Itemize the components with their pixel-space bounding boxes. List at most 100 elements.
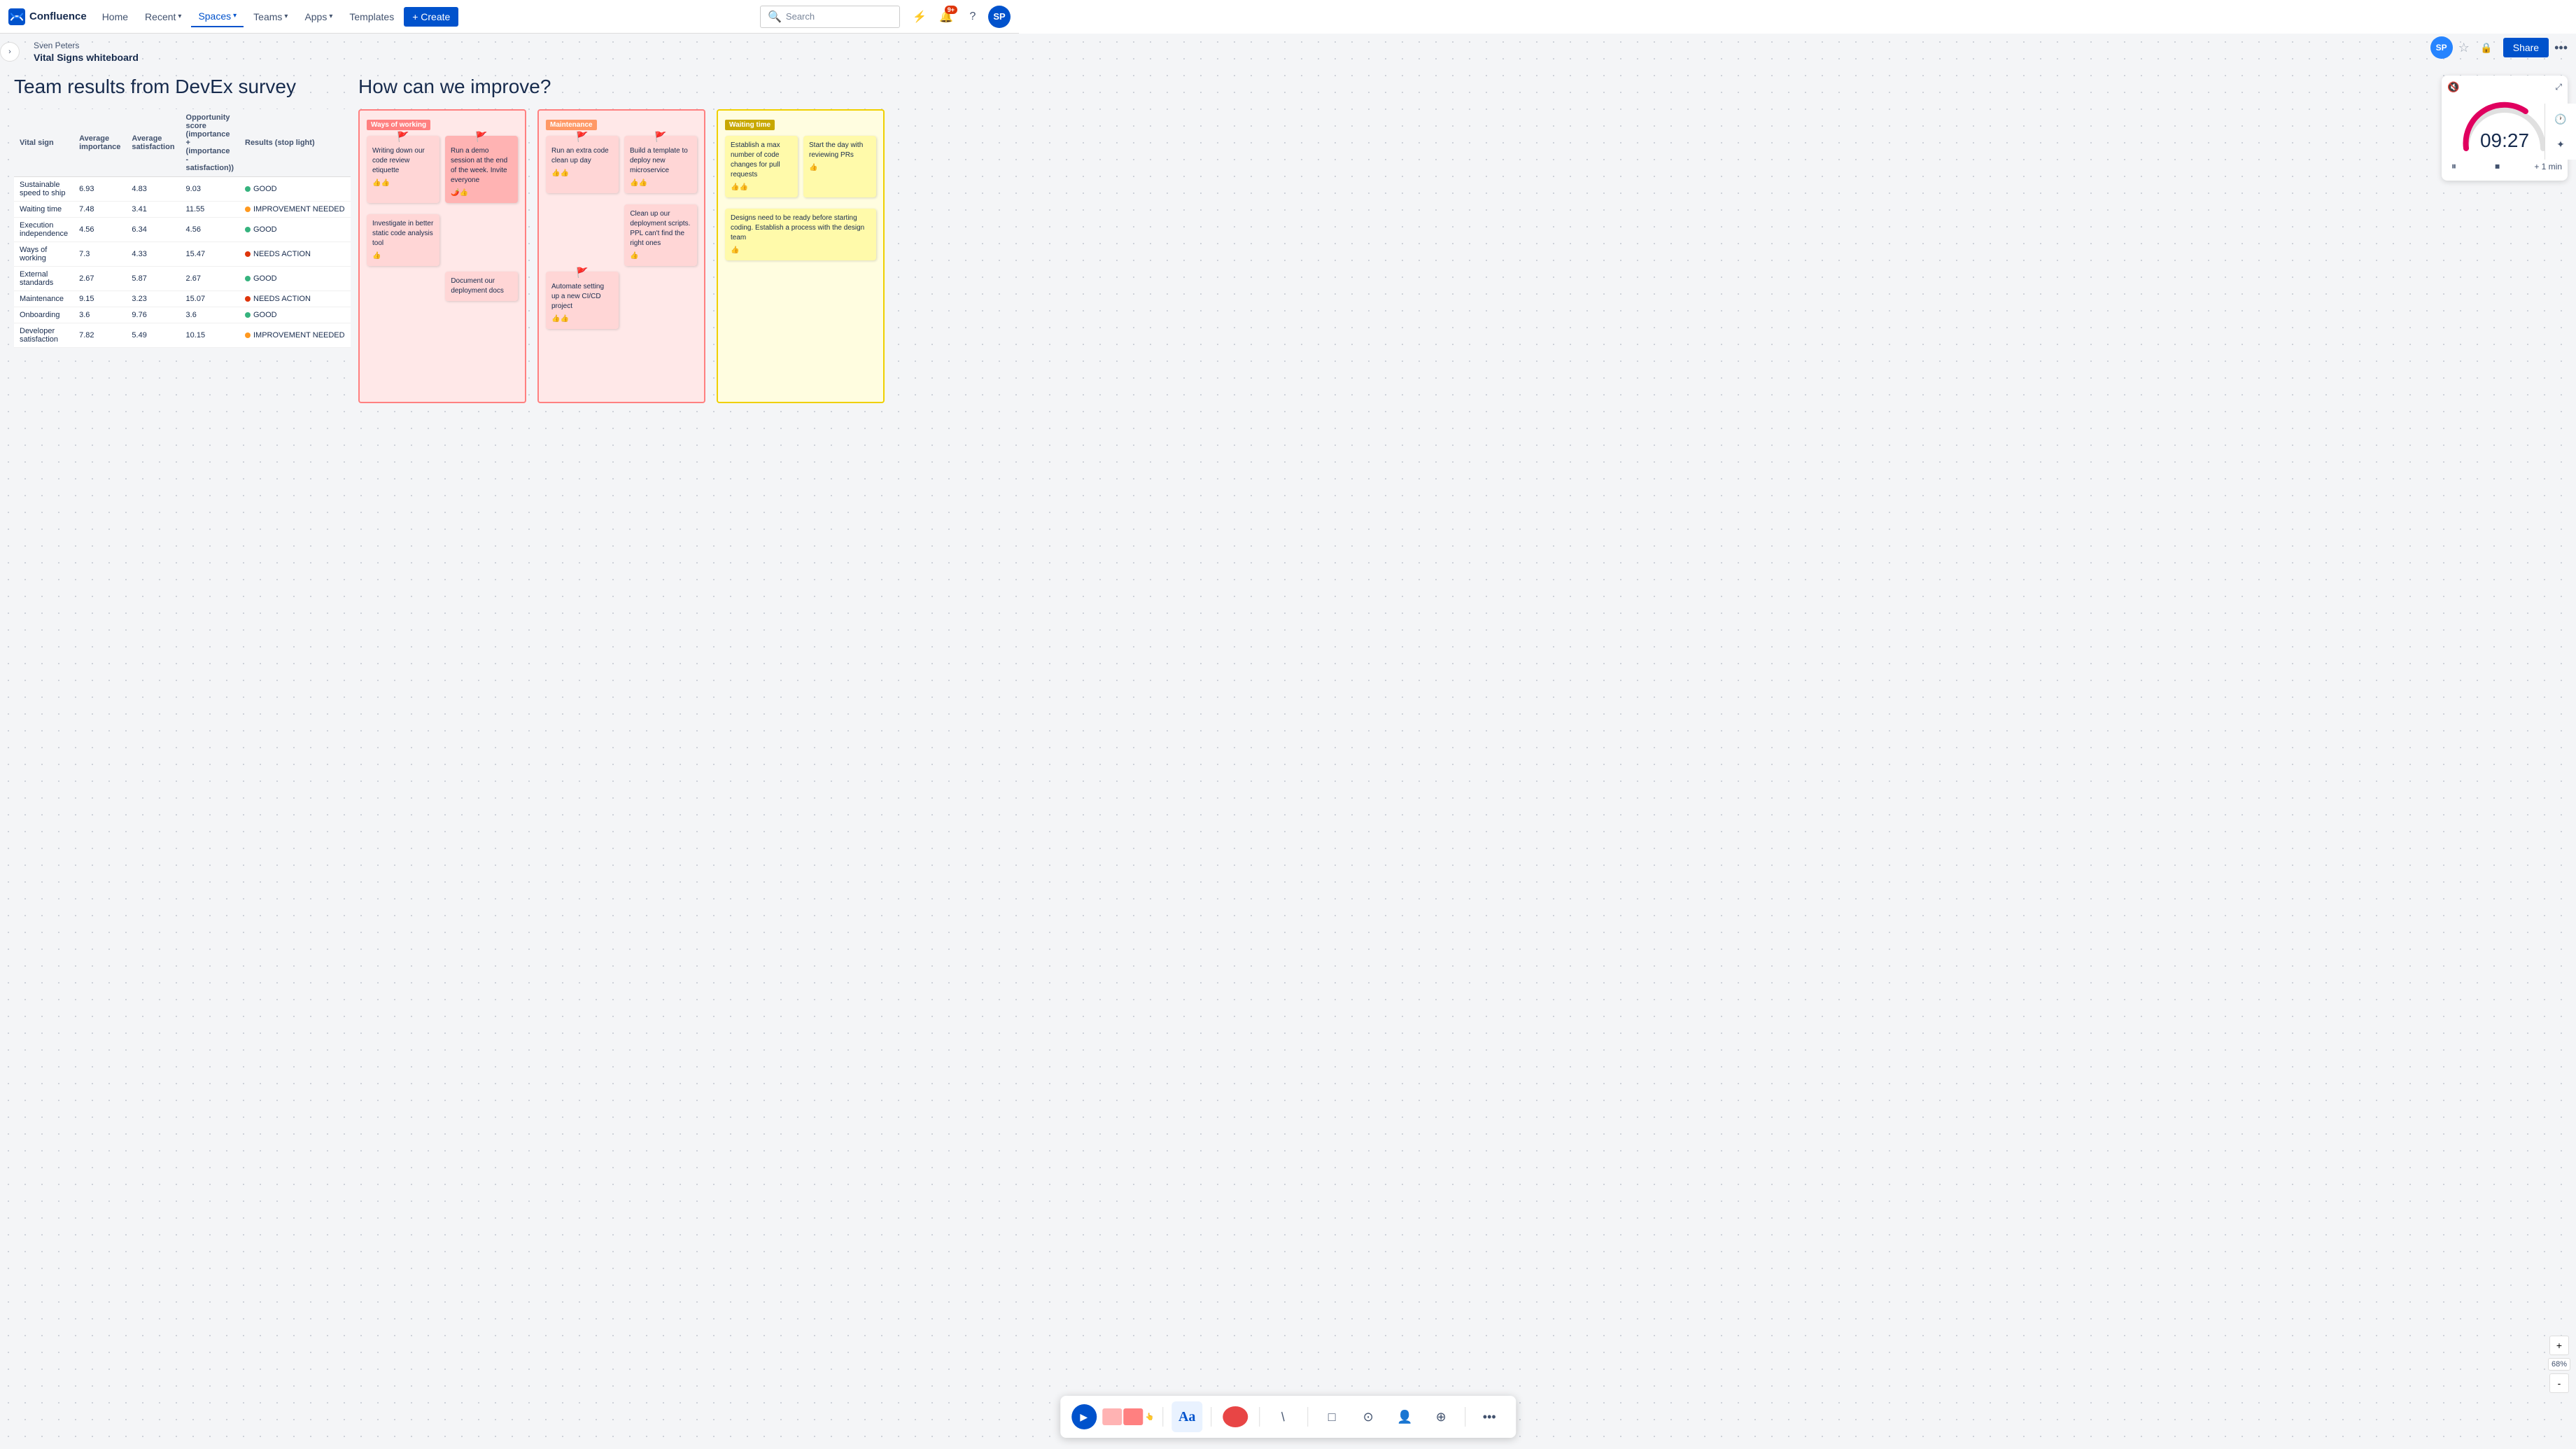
col-avg-importance: Average importance [73, 109, 126, 177]
cell-avg-satisfaction: 5.87 [126, 267, 180, 291]
nav-logo[interactable]: Confluence [8, 8, 87, 25]
shapes-tool-button[interactable]: ⊕ [1426, 1401, 1456, 1432]
note-cleanup-day[interactable]: 🚩 Run an extra code clean up day 👍👍 [546, 136, 619, 193]
notifications-icon[interactable]: 🔔 9+ [935, 6, 957, 28]
history-tool[interactable]: 🕐 [2548, 106, 2573, 132]
cell-avg-satisfaction: 4.83 [126, 177, 180, 202]
thumbs-1: 👍👍 [372, 178, 434, 188]
table-row: Sustainable speed to ship 6.93 4.83 9.03… [14, 177, 351, 202]
zoom-out-button[interactable]: - [2549, 1373, 2569, 1393]
more-tools-button[interactable]: ••• [1474, 1401, 1505, 1432]
thumbs-5: 👍👍 [630, 178, 691, 188]
nav-apps[interactable]: Apps ▾ [297, 7, 339, 27]
spaces-chevron-icon: ▾ [233, 12, 237, 20]
cell-vital-sign: Ways of working [14, 242, 73, 267]
avatar[interactable]: SP [988, 6, 1011, 28]
cell-opportunity: 15.47 [181, 242, 239, 267]
note-deployment-scripts[interactable]: Clean up our deployment scripts. PPL can… [624, 204, 697, 266]
status-dot-icon [245, 251, 251, 257]
note-template-microservice[interactable]: 🚩 Build a template to deploy new microse… [624, 136, 697, 193]
user-tool-button[interactable]: 👤 [1389, 1401, 1420, 1432]
thumbs-8: 👍👍 [731, 183, 792, 192]
more-options-icon[interactable]: ••• [2554, 41, 2568, 55]
pointer-tool[interactable]: ✦ [2548, 132, 2573, 157]
vital-signs-table: Vital sign Average importance Average sa… [14, 109, 351, 348]
note-designs-ready[interactable]: Designs need to be ready before starting… [725, 209, 876, 260]
timer-display: 09:27 [2480, 130, 2529, 152]
rect-tool-button[interactable]: □ [1316, 1401, 1347, 1432]
notification-badge: 9+ [945, 6, 957, 14]
note-demo-session[interactable]: 🚩 Run a demo session at the end of the w… [445, 136, 518, 203]
zoom-in-button[interactable]: + [2549, 1336, 2569, 1355]
timer-header: 🔇 ⤢ [2447, 81, 2562, 93]
table-row: Execution independence 4.56 6.34 4.56 GO… [14, 218, 351, 242]
note-cicd[interactable]: 🚩 Automate setting up a new CI/CD projec… [546, 272, 619, 329]
table-row: Ways of working 7.3 4.33 15.47 NEEDS ACT… [14, 242, 351, 267]
cell-status: GOOD [239, 177, 351, 202]
col2-label: Maintenance [546, 120, 597, 130]
timer-pause-button[interactable]: ⏸ [2447, 158, 2461, 175]
cell-avg-importance: 4.56 [73, 218, 126, 242]
timer-add-button[interactable]: + 1 min [2534, 162, 2562, 172]
share-avatar[interactable]: SP [2430, 36, 2453, 59]
note-static-analysis[interactable]: Investigate in better static code analys… [367, 214, 439, 266]
cell-status: GOOD [239, 218, 351, 242]
nav-home[interactable]: Home [95, 7, 135, 27]
create-button[interactable]: + Create [404, 7, 458, 27]
note-code-review[interactable]: 🚩 Writing down our code review etiquette… [367, 136, 439, 203]
cell-vital-sign: External standards [14, 267, 73, 291]
note-review-prs[interactable]: Start the day with reviewing PRs 👍 [803, 136, 876, 197]
left-section-title: Team results from DevEx survey [14, 76, 336, 98]
star-icon[interactable]: ☆ [2458, 41, 2470, 55]
help-icon[interactable]: ? [962, 6, 984, 28]
flag-icon-2: 🚩 [475, 130, 487, 144]
timer-sound-icon[interactable]: 🔇 [2447, 81, 2459, 93]
status-dot-icon [245, 332, 251, 338]
play-button[interactable]: ▶ [1071, 1404, 1097, 1429]
col-vital-sign: Vital sign [14, 109, 73, 177]
share-bar: SP ☆ 🔒 Share ••• [2430, 36, 2568, 59]
cell-vital-sign: Onboarding [14, 307, 73, 323]
search-input[interactable]: 🔍 Search [760, 6, 900, 28]
cell-status: GOOD [239, 267, 351, 291]
status-dot-icon [245, 227, 251, 232]
status-label: NEEDS ACTION [253, 250, 311, 258]
status-dot-icon [245, 312, 251, 318]
share-button[interactable]: Share [2503, 38, 2549, 57]
line-tool-button[interactable]: / [1268, 1401, 1299, 1432]
blob-tool-button[interactable] [1220, 1401, 1251, 1432]
nav-logo-text: Confluence [29, 10, 87, 22]
note-deployment-docs[interactable]: Document our deployment docs [445, 272, 518, 301]
note-row-2: 🚩 Run an extra code clean up day 👍👍 🚩 Bu… [546, 136, 697, 199]
toolbar-sep-3 [1259, 1407, 1260, 1427]
cell-opportunity: 2.67 [181, 267, 239, 291]
toolbar-sep-4 [1307, 1407, 1308, 1427]
cell-vital-sign: Execution independence [14, 218, 73, 242]
timer-expand-icon[interactable]: ⤢ [2555, 82, 2562, 92]
cell-opportunity: 10.15 [181, 323, 239, 348]
nav-icons: ⚡ 🔔 9+ ? SP [908, 6, 1011, 28]
cell-avg-satisfaction: 5.49 [126, 323, 180, 348]
integrations-icon[interactable]: ⚡ [908, 6, 931, 28]
col-results: Results (stop light) [239, 109, 351, 177]
sidebar-toggle[interactable]: › [0, 42, 20, 62]
nav-spaces[interactable]: Spaces ▾ [191, 6, 244, 27]
cell-avg-satisfaction: 3.23 [126, 291, 180, 307]
apps-chevron-icon: ▾ [329, 13, 332, 20]
right-section: How can we improve? Ways of working 🚩 Wr… [358, 76, 2562, 403]
nav-templates[interactable]: Templates [342, 7, 401, 27]
cell-opportunity: 9.03 [181, 177, 239, 202]
nav-recent[interactable]: Recent ▾ [138, 7, 188, 27]
search-placeholder: Search [786, 11, 815, 22]
note-pr-changes[interactable]: Establish a max number of code changes f… [725, 136, 798, 197]
thumbs-4: 👍👍 [551, 169, 613, 178]
cell-avg-importance: 7.82 [73, 323, 126, 348]
sticky-notes-selector[interactable]: 👆 [1102, 1408, 1154, 1425]
text-tool-button[interactable]: Aa [1171, 1401, 1202, 1432]
timer-stop-button[interactable]: ⏹ [2491, 158, 2504, 175]
thumbs-10: 👍 [731, 246, 871, 255]
lasso-tool-button[interactable]: ⊙ [1353, 1401, 1384, 1432]
nav-teams[interactable]: Teams ▾ [246, 7, 295, 27]
edit-restrictions-icon[interactable]: 🔒 [2475, 36, 2498, 59]
breadcrumb-title: Vital Signs whiteboard [34, 52, 139, 63]
